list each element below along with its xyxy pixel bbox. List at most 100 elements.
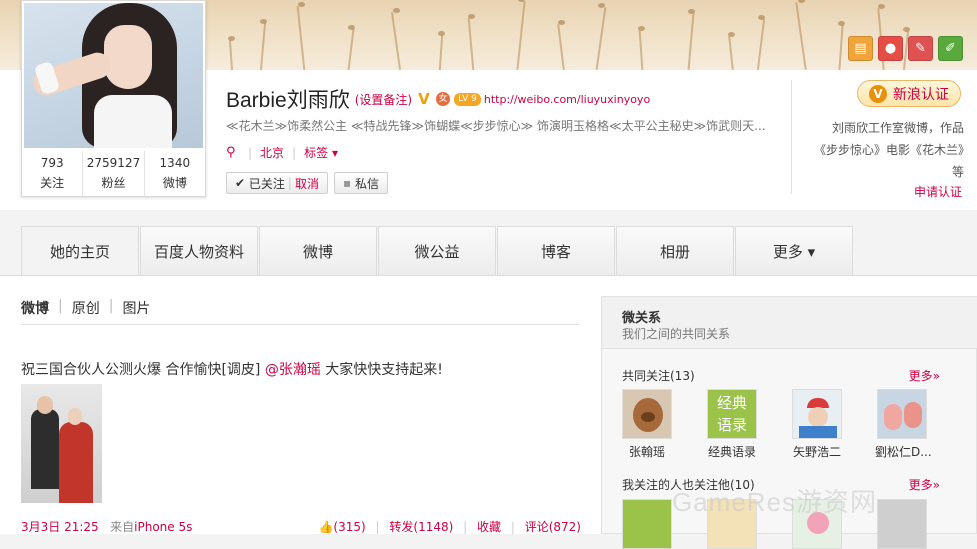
friend-item[interactable]: 矢野浩二 xyxy=(790,389,844,460)
followed-button[interactable]: ✔ 已关注 | 取消 xyxy=(226,172,328,194)
stat-num: 793 xyxy=(40,156,64,170)
tab-home[interactable]: 她的主页 xyxy=(21,226,139,276)
friend-avatar: 经典 语录 xyxy=(707,389,757,439)
panel-title: 微关系 xyxy=(622,311,662,326)
seed-decoration xyxy=(688,9,695,14)
seed-decoration xyxy=(878,4,885,9)
reed-decoration xyxy=(467,18,475,70)
friend-item[interactable]: 经典 语录 经典语录 xyxy=(705,389,759,460)
brush-icon[interactable]: ✎ xyxy=(908,36,933,61)
watermark: GameRes游资网 xyxy=(672,487,878,517)
friend-item[interactable] xyxy=(620,499,674,549)
post-image[interactable] xyxy=(21,384,102,503)
friend-item[interactable] xyxy=(875,499,929,549)
reed-decoration xyxy=(638,29,644,70)
seed-decoration xyxy=(260,19,267,24)
filter-original[interactable]: 原创 xyxy=(72,298,100,318)
repost-button[interactable]: 转发(1148) xyxy=(389,520,453,534)
stat-posts[interactable]: 1340 微博 xyxy=(145,151,205,196)
separator: | xyxy=(292,145,297,160)
logo-text: 语录 xyxy=(716,416,747,434)
stat-following[interactable]: 793 关注 xyxy=(22,151,84,196)
post-time[interactable]: 3月3日 21:25 xyxy=(21,520,99,534)
separator: | xyxy=(248,145,253,160)
more-link[interactable]: 更多» xyxy=(909,476,940,493)
reed-decoration xyxy=(390,12,402,70)
friend-item[interactable]: 劉松仁D... xyxy=(875,389,932,460)
filter-all[interactable]: 微博 xyxy=(21,298,49,318)
reed-decoration xyxy=(557,24,565,70)
message-button[interactable]: ▪ 私信 xyxy=(333,172,388,194)
tab-blog[interactable]: 博客 xyxy=(497,226,615,276)
seed-decoration xyxy=(838,21,845,26)
avatar[interactable] xyxy=(24,3,203,148)
verified-icon[interactable]: V xyxy=(418,91,434,107)
card-icon[interactable]: ▤ xyxy=(848,36,873,61)
tab-baidu-profile[interactable]: 百度人物资料 xyxy=(140,226,258,276)
filter-pictures[interactable]: 图片 xyxy=(122,298,150,318)
check-icon: ✔ xyxy=(235,176,246,190)
tab-charity[interactable]: 微公益 xyxy=(378,226,496,276)
verify-v-icon: V xyxy=(869,84,887,103)
seed-decoration xyxy=(728,32,735,37)
reed-decoration xyxy=(728,35,734,70)
verify-label: 新浪认证 xyxy=(893,86,949,103)
unfollow-link[interactable]: 取消 xyxy=(295,175,319,192)
common-follow-title: 共同关注(13) xyxy=(622,369,695,383)
seed-decoration xyxy=(798,0,805,3)
set-remark-link[interactable]: (设置备注) xyxy=(355,91,412,108)
level-badge[interactable]: LV 9 xyxy=(454,92,481,106)
friend-name: 劉松仁D... xyxy=(875,445,932,459)
friend-avatar xyxy=(877,389,927,439)
verify-description: 刘雨欣工作室微博，作品《步步惊心》电影《花木兰》等 xyxy=(813,121,964,179)
mic-icon[interactable]: ● xyxy=(878,36,903,61)
edit-icon[interactable]: ✐ xyxy=(938,36,963,61)
favorite-button[interactable]: 收藏 xyxy=(477,520,501,534)
post-source[interactable]: iPhone 5s xyxy=(134,520,192,534)
seed-decoration xyxy=(298,2,305,7)
sina-verify-button[interactable]: V 新浪认证 xyxy=(857,80,961,107)
stat-label: 微博 xyxy=(162,176,187,190)
post-text-after: 大家快快支持起来! xyxy=(320,362,443,378)
seed-decoration xyxy=(348,25,355,30)
tab-more[interactable]: 更多 ▾ xyxy=(735,226,853,276)
seed-decoration xyxy=(438,31,445,36)
seed-decoration xyxy=(228,36,235,41)
city-label[interactable]: 北京 xyxy=(260,144,284,161)
separator: | xyxy=(463,520,468,534)
reed-decoration xyxy=(347,29,355,70)
seed-decoration xyxy=(558,20,565,25)
homepage-link[interactable]: http://weibo.com/liuyuxinyoyo xyxy=(484,93,650,106)
stat-num: 2759127 xyxy=(86,156,141,170)
profile-actions: ✔ 已关注 | 取消 ▪ 私信 xyxy=(226,172,388,194)
apply-verify-link[interactable]: 申请认证 xyxy=(840,183,962,200)
separator: | xyxy=(58,298,63,314)
post-text-before: 祝三国合伙人公测火爆 合作愉快[调皮] xyxy=(21,362,265,378)
stat-followers[interactable]: 2759127 粉丝 xyxy=(83,151,145,196)
friend-name: 张翰瑶 xyxy=(628,445,665,459)
cover-toolbar: ▤ ● ✎ ✐ xyxy=(848,36,963,61)
reed-decoration xyxy=(516,1,526,70)
mention-link[interactable]: @张瀚瑶 xyxy=(265,362,321,378)
stat-label: 粉丝 xyxy=(101,176,126,190)
reed-decoration xyxy=(795,2,807,70)
friend-item[interactable]: 张翰瑶 xyxy=(620,389,674,460)
profile-name-row: Barbie刘雨欣 (设置备注) V 女 LV 9 http://weibo.c… xyxy=(226,84,650,114)
mail-icon: ▪ xyxy=(342,176,352,190)
profile-nav: 她的主页 百度人物资料 微博 微公益 博客 相册 更多 ▾ xyxy=(21,226,854,276)
reed-decoration xyxy=(687,13,695,70)
post-footer: 3月3日 21:25 来自iPhone 5s 👍(315) | 转发(1148)… xyxy=(21,518,581,535)
tab-album[interactable]: 相册 xyxy=(616,226,734,276)
friend-avatar xyxy=(622,389,672,439)
like-count: (315) xyxy=(333,520,366,534)
comment-button[interactable]: 评论(872) xyxy=(525,520,581,534)
seed-decoration xyxy=(393,8,400,13)
stat-label: 关注 xyxy=(40,176,65,190)
like-button[interactable]: 👍(315) xyxy=(318,520,365,534)
more-link[interactable]: 更多» xyxy=(909,367,940,384)
panel-header: 微关系 我们之间的共同关系 xyxy=(602,297,977,349)
message-label: 私信 xyxy=(354,176,379,191)
reed-decoration xyxy=(438,34,444,70)
tags-dropdown[interactable]: 标签 ▾ xyxy=(304,144,338,161)
tab-weibo[interactable]: 微博 xyxy=(259,226,377,276)
